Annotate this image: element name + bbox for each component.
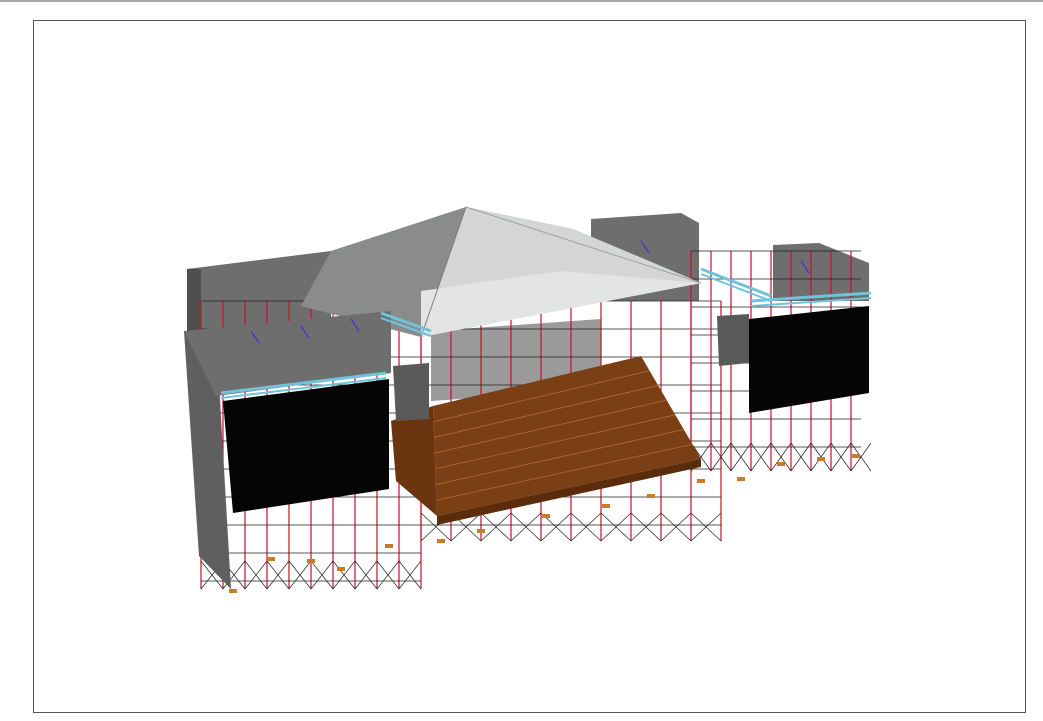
scaffold-baseplate bbox=[337, 567, 345, 571]
scaffold-baseplate bbox=[477, 529, 485, 533]
scaffold-baseplate bbox=[385, 544, 393, 548]
speaker-array-right bbox=[717, 314, 749, 366]
scaffold-baseplate bbox=[647, 494, 655, 498]
scaffold-baseplate bbox=[852, 454, 860, 458]
scaffold-baseplate bbox=[542, 514, 550, 518]
scaffold-baseplate bbox=[267, 557, 275, 561]
rear-wall-far-right bbox=[773, 243, 869, 301]
scaffold-baseplate bbox=[817, 457, 825, 461]
scaffold-baseplate bbox=[229, 589, 237, 593]
scaffold-baseplate bbox=[307, 559, 315, 563]
scaffold-baseplate bbox=[737, 477, 745, 481]
stage-structure-3d-view bbox=[184, 206, 872, 593]
scaffold-baseplate bbox=[697, 479, 705, 483]
window-top-border bbox=[0, 0, 1043, 2]
led-screen-left bbox=[223, 379, 389, 513]
scaffold-baseplate bbox=[777, 462, 785, 466]
rear-wall-left-side bbox=[187, 269, 201, 331]
scaffold-baseplate bbox=[602, 504, 610, 508]
stage-side-deck-left bbox=[391, 406, 437, 516]
speaker-array-left bbox=[393, 363, 429, 421]
scaffold-baseplate bbox=[437, 539, 445, 543]
drawing-sheet bbox=[33, 20, 1026, 713]
